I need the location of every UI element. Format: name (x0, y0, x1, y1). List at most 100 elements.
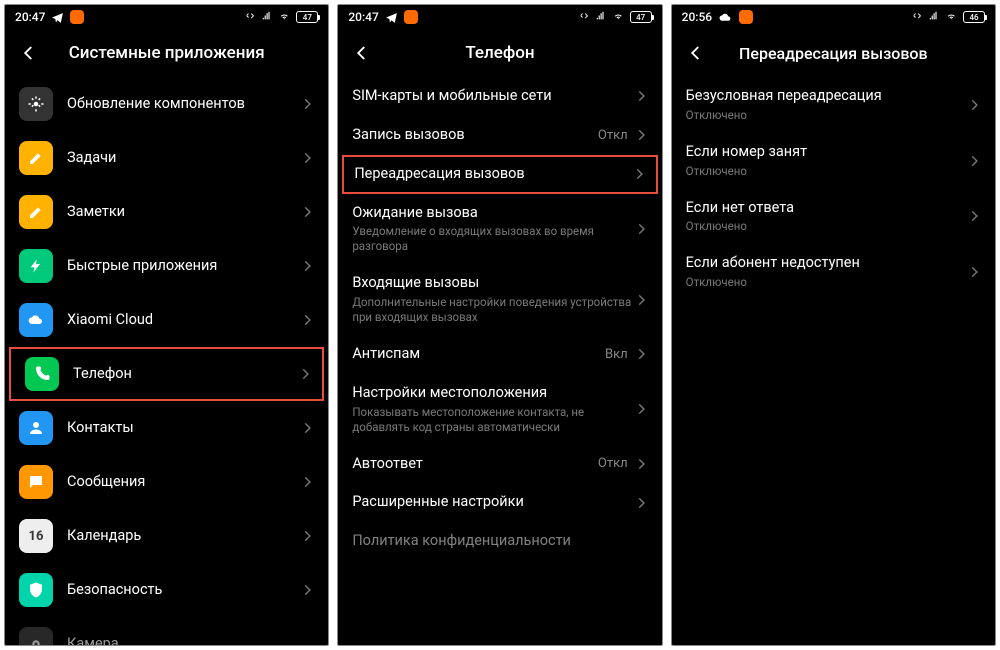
chevron-right-icon (967, 209, 981, 223)
row-label: Политика конфиденциальности (352, 532, 647, 551)
row-label: Календарь (67, 527, 300, 546)
telegram-icon (51, 11, 64, 24)
row-components-update[interactable]: Обновление компонентов (5, 77, 328, 131)
row-call-waiting[interactable]: Ожидание вызова Уведомление о входящих в… (338, 194, 661, 265)
chevron-right-icon (300, 583, 314, 597)
row-label: Расширенные настройки (352, 493, 633, 512)
row-label: Если абонент недоступен (686, 254, 967, 273)
battery-icon: 46 (963, 11, 985, 23)
telegram-icon (385, 11, 398, 24)
row-label: Безусловная переадресация (686, 87, 967, 106)
signal-icon (262, 11, 275, 24)
row-subtitle: Отключено (686, 164, 967, 179)
chevron-right-icon (634, 496, 648, 510)
row-label: Камера (67, 635, 314, 645)
row-label: Если номер занят (686, 143, 967, 162)
recording-indicator-icon (739, 10, 753, 24)
status-bar: 20:47 47 (338, 5, 661, 29)
phone-screen-2: 20:47 47 Телефон SIM-карты и мобильные с… (337, 4, 662, 646)
chevron-right-icon (634, 89, 648, 103)
person-icon (19, 411, 53, 445)
wifi-icon (946, 11, 959, 24)
row-label: Безопасность (67, 581, 300, 600)
row-auto-answer[interactable]: Автоответ Откл (338, 445, 661, 484)
screen-header: Системные приложения (5, 29, 328, 77)
row-value: Откл (598, 128, 628, 143)
row-camera[interactable]: Камера (5, 617, 328, 645)
row-label: Входящие вызовы (352, 274, 633, 293)
row-phone[interactable]: Телефон (9, 347, 324, 401)
message-icon (19, 465, 53, 499)
row-forward-unreachable[interactable]: Если абонент недоступен Отключено (672, 244, 995, 300)
cloud-icon (19, 303, 53, 337)
vibrate-icon (245, 11, 258, 24)
calendar-icon: 16 (19, 519, 53, 553)
signal-icon (929, 11, 942, 24)
wifi-icon (613, 11, 626, 24)
row-label: Настройки местоположения (352, 384, 633, 403)
row-privacy-policy[interactable]: Политика конфиденциальности (338, 522, 661, 561)
row-security[interactable]: Безопасность (5, 563, 328, 617)
recording-indicator-icon (404, 10, 418, 24)
row-notes[interactable]: Заметки (5, 185, 328, 239)
status-bar: 20:47 47 (5, 5, 328, 29)
row-incoming-calls[interactable]: Входящие вызовы Дополнительные настройки… (338, 264, 661, 335)
chevron-right-icon (300, 421, 314, 435)
chevron-right-icon (634, 128, 648, 142)
row-label: Xiaomi Cloud (67, 311, 300, 330)
phone-screen-3: 20:56 46 Переадресация вызовов Безусловн… (671, 4, 996, 646)
row-xiaomi-cloud[interactable]: Xiaomi Cloud (5, 293, 328, 347)
row-calendar[interactable]: 16 Календарь (5, 509, 328, 563)
row-label: SIM-карты и мобильные сети (352, 87, 633, 106)
row-messages[interactable]: Сообщения (5, 455, 328, 509)
chevron-right-icon (298, 367, 312, 381)
chevron-right-icon (634, 222, 648, 236)
chevron-right-icon (634, 457, 648, 471)
row-subtitle: Дополнительные настройки поведения устро… (352, 295, 633, 325)
row-label: Телефон (73, 365, 298, 384)
row-label: Переадресация вызовов (354, 165, 631, 184)
chevron-right-icon (300, 313, 314, 327)
pencil-icon (19, 141, 53, 175)
row-value: Откл (598, 456, 628, 471)
row-location-settings[interactable]: Настройки местоположения Показывать мест… (338, 374, 661, 445)
camera-icon (19, 627, 53, 645)
row-label: Контакты (67, 419, 300, 438)
row-label: Заметки (67, 203, 300, 222)
chevron-right-icon (634, 293, 648, 307)
chevron-right-icon (634, 347, 648, 361)
screen-header: Телефон (338, 29, 661, 77)
screen-title: Телефон (348, 43, 651, 63)
row-tasks[interactable]: Задачи (5, 131, 328, 185)
row-contacts[interactable]: Контакты (5, 401, 328, 455)
row-subtitle: Показывать местоположение контакта, не д… (352, 405, 633, 435)
gear-icon (19, 87, 53, 121)
signal-icon (596, 11, 609, 24)
row-label: Ожидание вызова (352, 204, 633, 223)
recording-indicator-icon (70, 10, 84, 24)
vibrate-icon (912, 11, 925, 24)
row-sim-cards[interactable]: SIM-карты и мобильные сети (338, 77, 661, 116)
row-quick-apps[interactable]: Быстрые приложения (5, 239, 328, 293)
status-time: 20:47 (15, 10, 45, 24)
chevron-right-icon (967, 154, 981, 168)
row-forward-busy[interactable]: Если номер занят Отключено (672, 133, 995, 189)
row-subtitle: Уведомление о входящих вызовах во время … (352, 224, 633, 254)
row-antispam[interactable]: Антиспам Вкл (338, 335, 661, 374)
row-forward-always[interactable]: Безусловная переадресация Отключено (672, 77, 995, 133)
row-call-forwarding[interactable]: Переадресация вызовов (342, 155, 657, 194)
row-forward-no-answer[interactable]: Если нет ответа Отключено (672, 189, 995, 245)
chevron-right-icon (632, 167, 646, 181)
wifi-icon (279, 11, 292, 24)
chevron-right-icon (300, 529, 314, 543)
row-subtitle: Отключено (686, 108, 967, 123)
settings-list: SIM-карты и мобильные сети Запись вызово… (338, 77, 661, 645)
row-call-recording[interactable]: Запись вызовов Откл (338, 116, 661, 155)
row-advanced-settings[interactable]: Расширенные настройки (338, 483, 661, 522)
screen-title: Системные приложения (15, 43, 318, 63)
status-time: 20:56 (682, 10, 712, 24)
battery-icon: 47 (296, 11, 318, 23)
screen-title: Переадресация вызовов (682, 44, 985, 63)
bolt-icon (19, 249, 53, 283)
app-list: Обновление компонентов Задачи Заметки Бы… (5, 77, 328, 645)
